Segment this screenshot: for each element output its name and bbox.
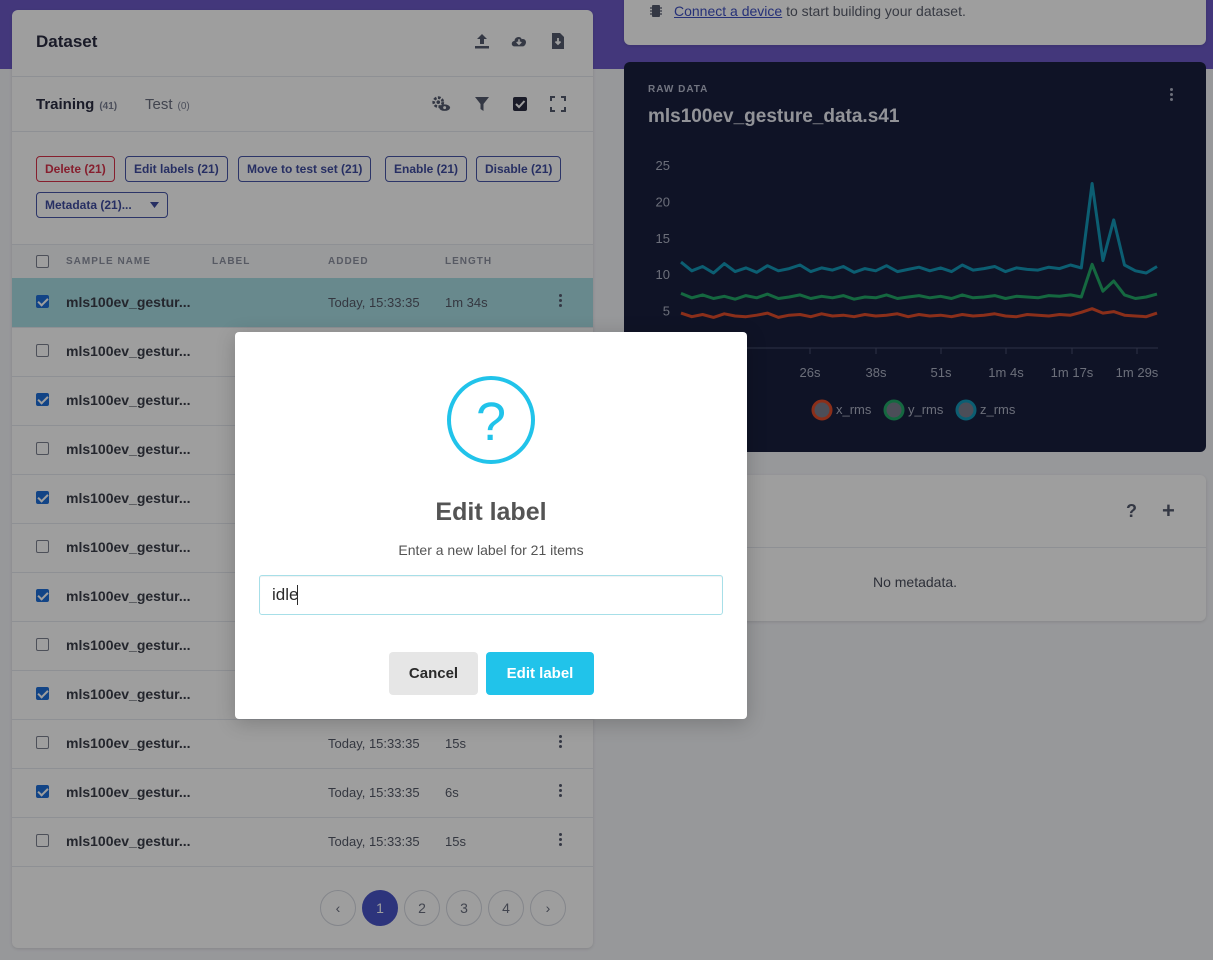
text-caret	[297, 585, 298, 605]
dialog-title: Edit label	[435, 498, 547, 526]
new-label-input[interactable]	[259, 575, 723, 615]
cancel-button[interactable]: Cancel	[389, 652, 478, 695]
question-glyph: ?	[476, 392, 506, 452]
dialog-subtitle: Enter a new label for 21 items	[398, 542, 584, 558]
edit-label-dialog: ? Edit label Enter a new label for 21 it…	[235, 332, 747, 719]
edit-label-confirm-button[interactable]: Edit label	[486, 652, 594, 695]
question-circle-icon: ?	[447, 376, 535, 464]
